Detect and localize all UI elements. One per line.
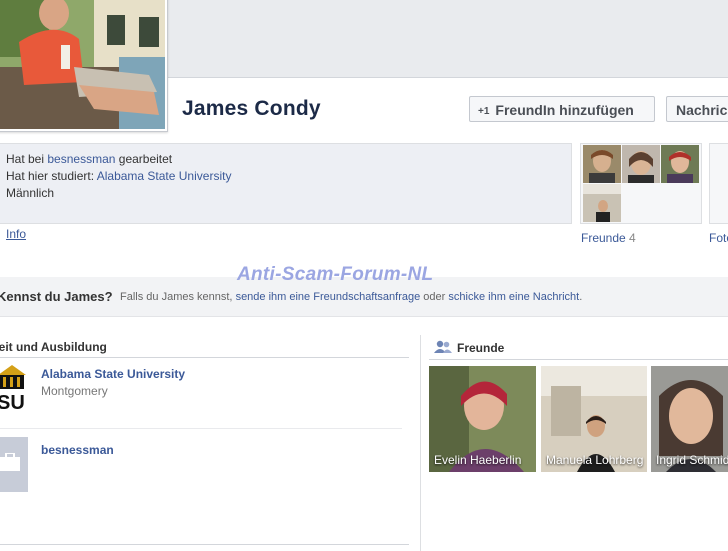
divider bbox=[0, 544, 409, 545]
info-link[interactable]: Info bbox=[6, 227, 26, 241]
know-text-1: Falls du James kennst, bbox=[120, 291, 233, 303]
work-prefix: Hat bei bbox=[6, 152, 45, 166]
svg-text:SU: SU bbox=[0, 392, 25, 414]
photos-thumbnails[interactable] bbox=[709, 143, 728, 224]
friend-thumbnail[interactable] bbox=[583, 145, 621, 183]
friend-name: Ingrid Schmidt bbox=[656, 453, 728, 467]
friend-name: Evelin Haeberlin bbox=[434, 453, 522, 467]
know-title: Kennst du James? bbox=[0, 289, 113, 304]
friend-thumbnail[interactable] bbox=[661, 145, 699, 183]
friends-heading: Freunde bbox=[457, 341, 505, 355]
employer-name[interactable]: besnessman bbox=[41, 443, 114, 457]
about-box: Hat bei besnessman gearbeitet Hat hier s… bbox=[0, 143, 572, 224]
know-text-2: oder bbox=[423, 291, 446, 303]
profile-name: James Condy bbox=[182, 97, 321, 120]
work-suffix: gearbeitet bbox=[118, 152, 173, 166]
friends-icon bbox=[434, 340, 452, 353]
employer-link[interactable]: besnessman bbox=[47, 152, 115, 166]
work-line: Hat bei besnessman gearbeitet bbox=[6, 152, 172, 166]
briefcase-icon bbox=[0, 453, 20, 471]
friends-tab-label: Freunde bbox=[581, 231, 626, 245]
school-location: Montgomery bbox=[41, 384, 108, 398]
add-friend-button[interactable]: +1 FreundIn hinzufügen bbox=[469, 96, 655, 122]
friend-thumbnail[interactable] bbox=[622, 145, 660, 183]
study-prefix: Hat hier studiert: bbox=[6, 169, 95, 183]
add-friend-icon: +1 bbox=[478, 106, 490, 117]
friend-card[interactable]: Manuela Lohrberg bbox=[541, 366, 647, 472]
work-edu-heading: Arbeit und Ausbildung bbox=[0, 340, 107, 354]
friend-card[interactable]: Evelin Haeberlin bbox=[429, 366, 536, 472]
know-text: Falls du James kennst, sende ihm eine Fr… bbox=[120, 291, 582, 303]
friend-card[interactable]: Ingrid Schmidt bbox=[651, 366, 728, 472]
divider bbox=[0, 357, 409, 358]
send-message-link[interactable]: schicke ihm eine Nachricht bbox=[448, 291, 579, 303]
know-text-3: . bbox=[579, 291, 583, 303]
employer-logo[interactable] bbox=[0, 437, 28, 492]
friends-count: 4 bbox=[629, 231, 636, 245]
friends-thumbnails[interactable] bbox=[580, 143, 702, 224]
friends-tab[interactable]: Freunde 4 bbox=[581, 231, 636, 245]
add-friend-label: FreundIn hinzufügen bbox=[495, 102, 634, 118]
friend-name: Manuela Lohrberg bbox=[546, 453, 644, 467]
university-logo-icon[interactable]: SU bbox=[0, 361, 30, 417]
school-name[interactable]: Alabama State University bbox=[41, 367, 185, 381]
divider bbox=[0, 428, 402, 429]
gender-line: Männlich bbox=[6, 186, 55, 200]
profile-picture[interactable] bbox=[0, 0, 168, 132]
divider bbox=[429, 359, 728, 360]
send-friend-request-link[interactable]: sende ihm eine Freundschaftsanfrage bbox=[236, 291, 421, 303]
message-button[interactable]: Nachricht bbox=[666, 96, 728, 122]
watermark: Anti-Scam-Forum-NL bbox=[237, 264, 434, 285]
column-divider bbox=[420, 335, 421, 551]
friend-thumbnail[interactable] bbox=[583, 184, 621, 222]
study-line: Hat hier studiert: Alabama State Univers… bbox=[6, 169, 231, 183]
message-label: Nachricht bbox=[676, 102, 728, 118]
school-link[interactable]: Alabama State University bbox=[97, 169, 232, 183]
photos-tab[interactable]: Fotos bbox=[709, 231, 728, 245]
